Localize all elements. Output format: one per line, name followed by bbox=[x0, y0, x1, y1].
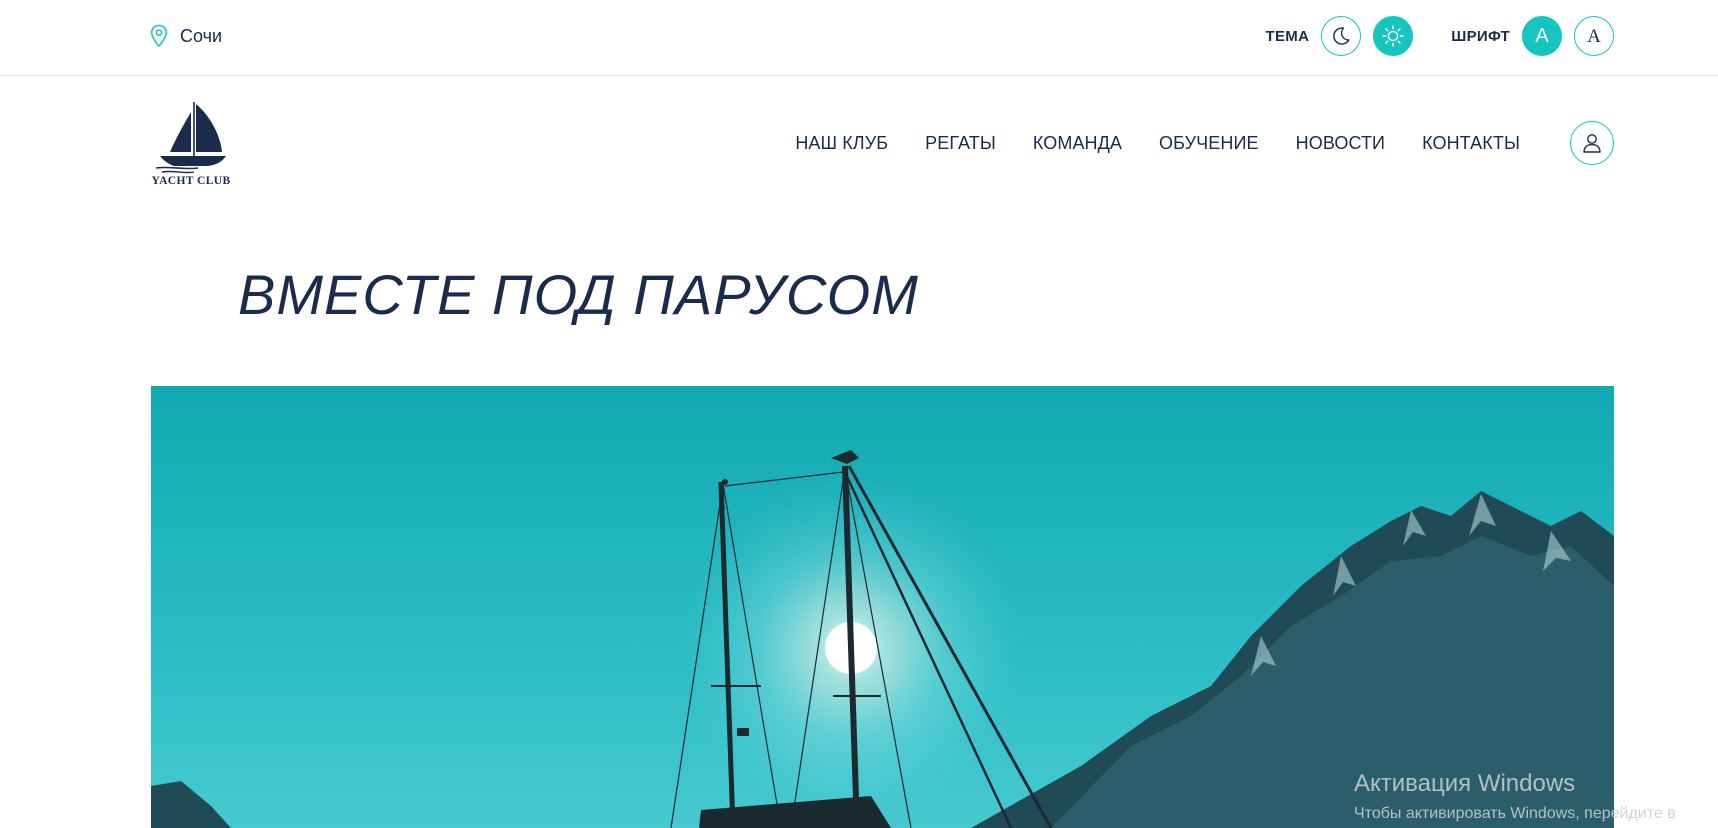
moon-icon bbox=[1333, 27, 1350, 45]
serif-font-letter: A bbox=[1587, 25, 1601, 47]
sailboat-logo-icon bbox=[155, 102, 226, 174]
user-account-button[interactable] bbox=[1570, 121, 1614, 165]
nav-item-our-club[interactable]: НАШ КЛУБ bbox=[795, 133, 888, 154]
sans-font-button[interactable]: A bbox=[1522, 16, 1562, 56]
city-selector[interactable]: Сочи bbox=[150, 22, 222, 50]
main-nav: НАШ КЛУБ РЕГАТЫ КОМАНДА ОБУЧЕНИЕ НОВОСТИ… bbox=[795, 133, 1520, 154]
top-bar: Сочи ТЕМА ШРИФТ A A bbox=[0, 0, 1718, 76]
sailboat-photo bbox=[151, 386, 1614, 828]
site-logo[interactable]: YACHT CLUB bbox=[150, 100, 232, 190]
sun-icon bbox=[1382, 25, 1404, 47]
theme-label: ТЕМА bbox=[1265, 27, 1310, 45]
map-pin-icon bbox=[150, 24, 168, 48]
logo-text: YACHT CLUB bbox=[151, 175, 231, 187]
main-header: YACHT CLUB НАШ КЛУБ РЕГАТЫ КОМАНДА ОБУЧЕ… bbox=[0, 77, 1718, 207]
nav-item-team[interactable]: КОМАНДА bbox=[1033, 133, 1122, 154]
nav-item-news[interactable]: НОВОСТИ bbox=[1296, 133, 1385, 154]
user-icon bbox=[1583, 134, 1601, 153]
dark-theme-button[interactable] bbox=[1321, 16, 1362, 56]
hero-image bbox=[151, 386, 1614, 828]
light-theme-button[interactable] bbox=[1373, 16, 1414, 56]
nav-item-regattas[interactable]: РЕГАТЫ bbox=[925, 133, 996, 154]
nav-item-training[interactable]: ОБУЧЕНИЕ bbox=[1159, 133, 1259, 154]
serif-font-button[interactable]: A bbox=[1574, 16, 1614, 56]
hero-title: ВМЕСТЕ ПОД ПАРУСОМ bbox=[238, 263, 919, 326]
city-name: Сочи bbox=[180, 25, 223, 46]
accessibility-tools: ТЕМА ШРИФТ A A bbox=[1266, 16, 1614, 56]
font-label: ШРИФТ bbox=[1451, 27, 1510, 45]
nav-item-contacts[interactable]: КОНТАКТЫ bbox=[1422, 133, 1520, 154]
sans-font-letter: A bbox=[1535, 25, 1549, 47]
